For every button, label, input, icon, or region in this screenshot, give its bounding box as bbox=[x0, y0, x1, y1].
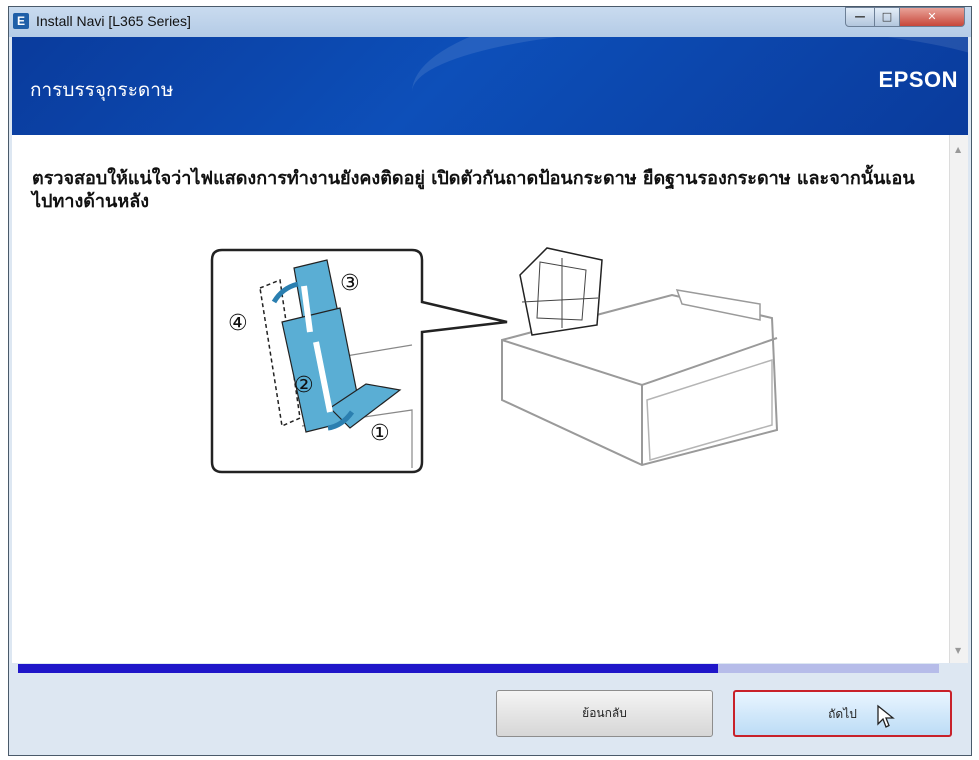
maximize-icon: □ bbox=[881, 10, 893, 23]
page-title: การบรรจุกระดาษ bbox=[30, 79, 174, 101]
vertical-scrollbar[interactable]: ▲ ▼ bbox=[949, 135, 968, 663]
progress-fill bbox=[18, 664, 718, 673]
mouse-cursor-icon bbox=[877, 704, 895, 728]
page-header: การบรรจุกระดาษ EPSON bbox=[12, 37, 968, 135]
minimize-icon: — bbox=[854, 10, 866, 23]
installer-window: E Install Navi [L365 Series] — □ ✕ การบร… bbox=[8, 6, 972, 756]
progress-bar bbox=[18, 664, 939, 673]
epson-app-icon: E bbox=[13, 13, 29, 29]
epson-logo: EPSON bbox=[878, 67, 958, 92]
printer-setup-illustration: ① ② ③ ④ bbox=[210, 247, 779, 474]
step-4-label: ④ bbox=[228, 311, 248, 336]
step-2-label: ② bbox=[294, 373, 314, 398]
title-bar[interactable]: E Install Navi [L365 Series] — □ ✕ bbox=[9, 7, 971, 37]
printer-drawing bbox=[501, 247, 779, 467]
minimize-button[interactable]: — bbox=[845, 7, 875, 27]
maximize-button[interactable]: □ bbox=[874, 7, 900, 27]
scroll-down-icon[interactable]: ▼ bbox=[955, 646, 961, 655]
close-button[interactable]: ✕ bbox=[899, 7, 965, 27]
step-1-label: ① bbox=[370, 421, 390, 446]
next-button[interactable]: ถัดไป bbox=[733, 690, 952, 737]
instruction-text: ตรวจสอบให้แน่ใจว่าไฟแสดงการทำงานยังคงติด… bbox=[32, 168, 915, 212]
close-icon: ✕ bbox=[927, 10, 937, 23]
content-panel: ตรวจสอบให้แน่ใจว่าไฟแสดงการทำงานยังคงติด… bbox=[12, 135, 949, 663]
step-3-label: ③ bbox=[340, 271, 360, 296]
scroll-up-icon[interactable]: ▲ bbox=[955, 145, 961, 154]
window-title: Install Navi [L365 Series] bbox=[36, 13, 191, 29]
back-button[interactable]: ย้อนกลับ bbox=[496, 690, 713, 737]
